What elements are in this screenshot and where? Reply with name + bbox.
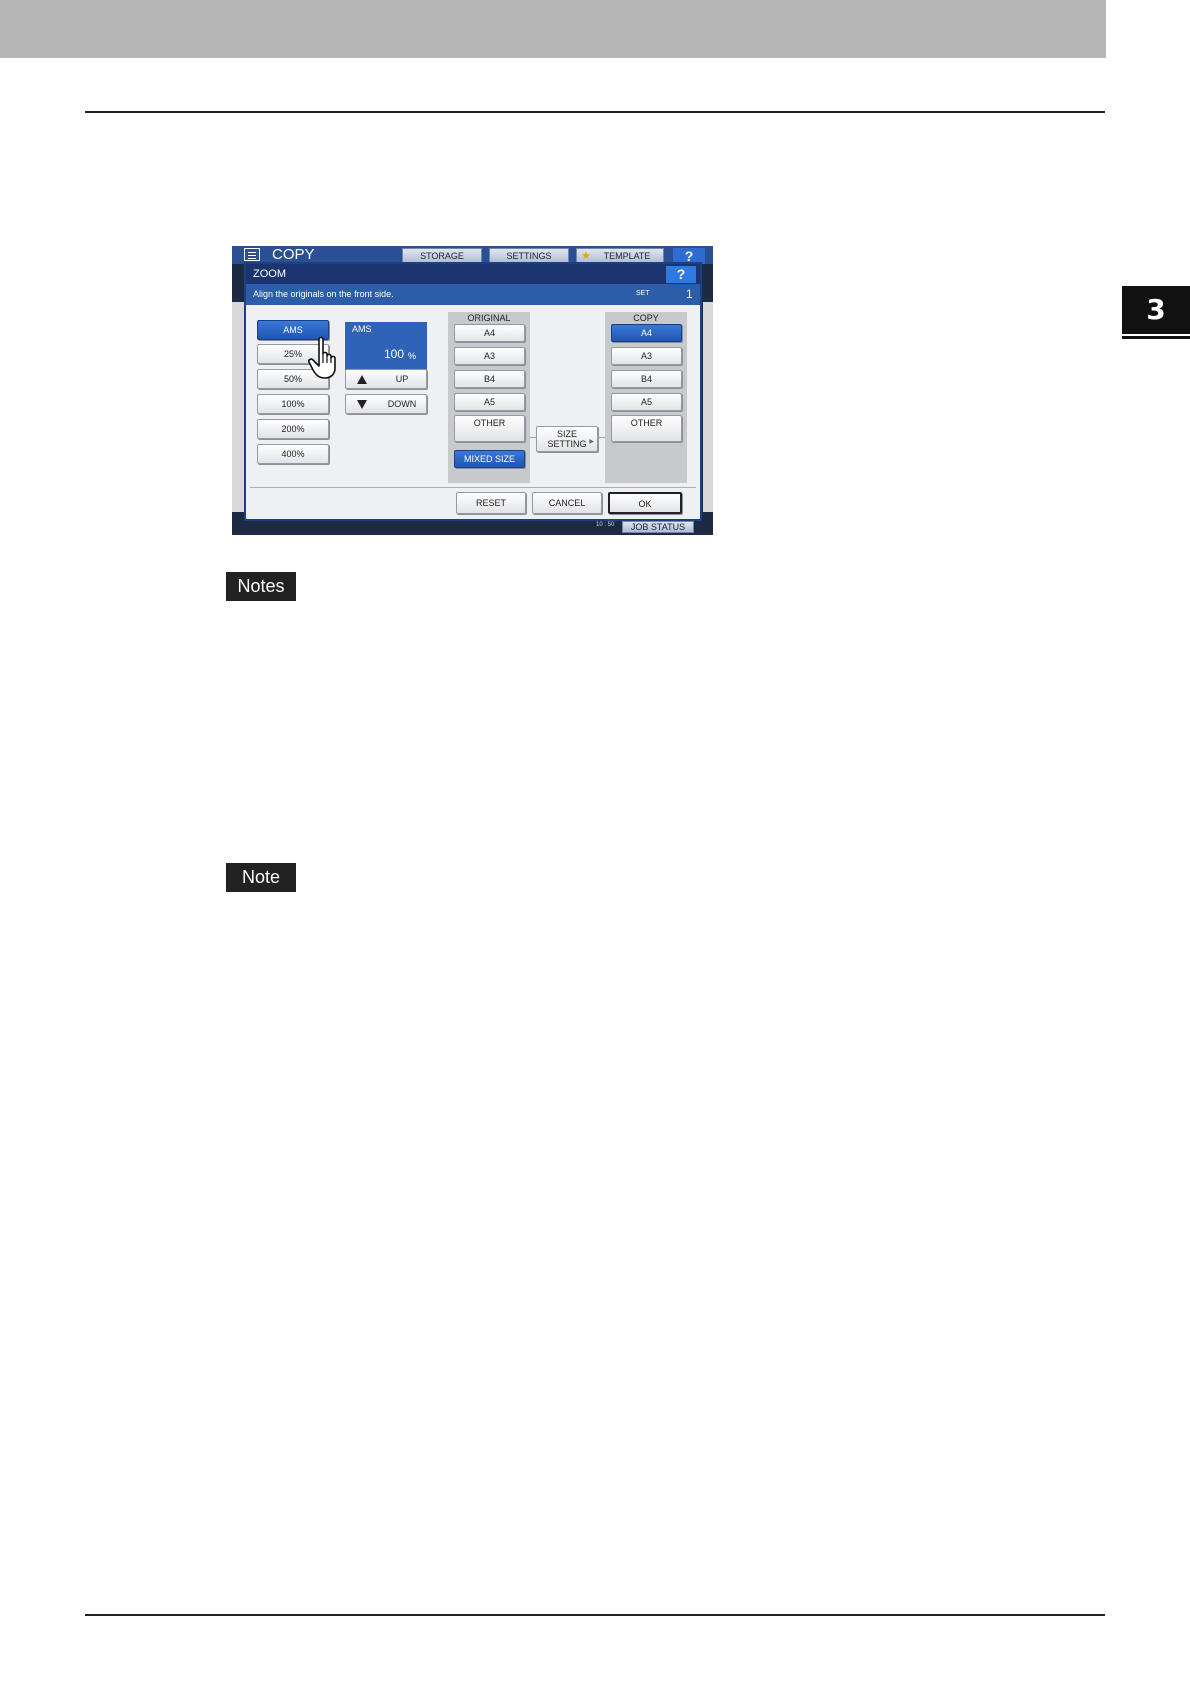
pointing-hand-icon [308, 336, 336, 379]
size-setting-button[interactable]: SIZE SETTING ▶ [536, 426, 598, 452]
dialog-title: ZOOM [253, 268, 286, 280]
set-label: SET [636, 290, 650, 297]
zoom-400-button[interactable]: 400% [257, 444, 329, 464]
notes-label: Notes [226, 572, 296, 601]
zoom-ratio-value: 100 [384, 347, 405, 361]
zoom-200-button[interactable]: 200% [257, 419, 329, 439]
status-bar: 10 : 50 JOB STATUS [232, 521, 713, 535]
zoom-down-button[interactable]: DOWN [345, 394, 427, 414]
zoom-up-label: UP [395, 374, 409, 384]
header-band [0, 0, 1106, 58]
screen-edge-left [232, 302, 244, 512]
chapter-tab-rule [1122, 336, 1190, 339]
original-a3-button[interactable]: A3 [454, 347, 525, 365]
copy-other-button[interactable]: OTHER [611, 415, 682, 442]
chapter-tab: 3 [1122, 286, 1190, 334]
touch-panel-screenshot: COPY STORAGE SETTINGS ★ TEMPLATE ? ZOOM … [232, 246, 713, 535]
dialog-footer-divider [250, 487, 696, 488]
connector-right [598, 437, 605, 438]
set-count: 1 [686, 287, 693, 301]
reset-button[interactable]: RESET [456, 492, 526, 514]
zoom-up-button[interactable]: UP [345, 369, 427, 389]
dialog-title-bar: ZOOM ? [246, 264, 700, 284]
zoom-100-button[interactable]: 100% [257, 394, 329, 414]
size-setting-line1: SIZE [556, 429, 577, 439]
arrow-down-icon [357, 400, 367, 409]
original-a5-button[interactable]: A5 [454, 393, 525, 411]
star-icon: ★ [581, 250, 591, 262]
arrow-up-icon [357, 375, 367, 384]
original-a4-button[interactable]: A4 [454, 324, 525, 342]
copy-header: COPY [633, 313, 659, 323]
note-label: Note [226, 863, 296, 892]
copy-icon [244, 248, 260, 261]
copy-b4-button[interactable]: B4 [611, 370, 682, 388]
job-status-button[interactable]: JOB STATUS [622, 521, 694, 533]
zoom-down-label: DOWN [387, 399, 417, 409]
message-bar: Align the originals on the front side. S… [246, 284, 700, 305]
zoom-dialog: ZOOM ? Align the originals on the front … [244, 262, 702, 521]
copy-a3-button[interactable]: A3 [611, 347, 682, 365]
mixed-size-button[interactable]: MIXED SIZE [454, 450, 525, 468]
screen-edge-right [703, 302, 713, 512]
original-other-button[interactable]: OTHER [454, 415, 525, 442]
tab-template-label: TEMPLATE [603, 251, 651, 261]
footer-rule [85, 1614, 1105, 1616]
dialog-help-button[interactable]: ? [666, 266, 696, 283]
arrow-right-icon: ▶ [589, 439, 594, 445]
message-text: Align the originals on the front side. [253, 289, 394, 299]
ok-button[interactable]: OK [608, 492, 682, 514]
original-header: ORIGINAL [467, 313, 511, 323]
cancel-button[interactable]: CANCEL [532, 492, 602, 514]
header-rule [85, 111, 1105, 113]
original-size-panel: ORIGINAL A4 A3 B4 A5 OTHER MIXED SIZE [448, 312, 530, 483]
zoom-ratio-unit: % [408, 351, 417, 361]
copy-size-panel: COPY A4 A3 B4 A5 OTHER [605, 312, 687, 483]
clock: 10 : 50 [596, 522, 615, 528]
ams-label: AMS [352, 324, 372, 334]
copy-a4-button[interactable]: A4 [611, 324, 682, 342]
original-b4-button[interactable]: B4 [454, 370, 525, 388]
zoom-ratio-display: AMS 100 % [345, 322, 427, 370]
copy-a5-button[interactable]: A5 [611, 393, 682, 411]
size-setting-line2: SETTING [547, 439, 587, 449]
